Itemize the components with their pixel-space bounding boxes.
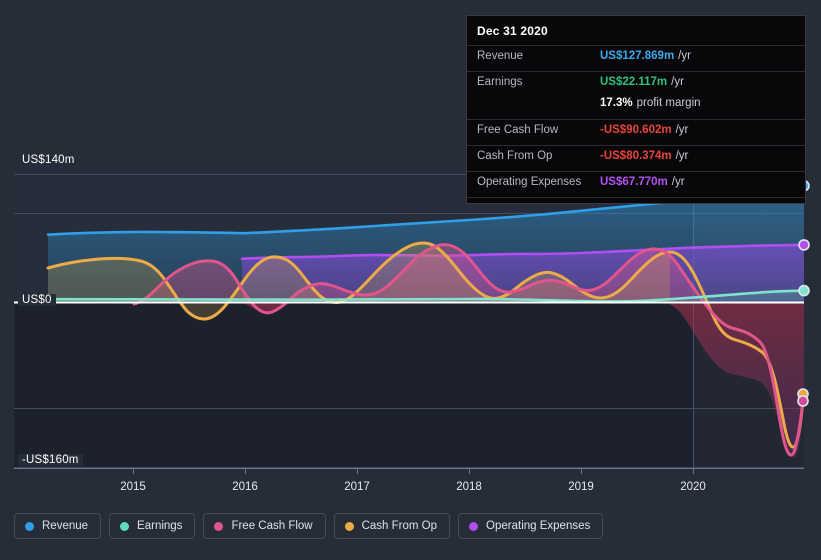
tooltip-footer-rule <box>467 197 805 203</box>
tooltip-value-operating-expenses: US$67.770m <box>600 176 668 188</box>
tooltip-suffix-free-cash-flow: /yr <box>675 124 689 136</box>
tooltip-suffix-operating-expenses: /yr <box>671 176 685 188</box>
y-axis-label-top: US$140m <box>18 154 79 166</box>
tooltip-label-operating-expenses: Operating Expenses <box>477 176 582 188</box>
tooltip-row-operating-expenses: Operating Expenses US$67.770m /yr <box>467 171 805 197</box>
x-axis-label-2016: 2016 <box>232 481 258 493</box>
y-axis-label-bottom: -US$160m <box>18 454 83 466</box>
tooltip-label-cash-from-op: Cash From Op <box>477 150 553 162</box>
tooltip-row-revenue: Revenue US$127.869m /yr <box>467 45 805 71</box>
tooltip-label-free-cash-flow: Free Cash Flow <box>477 124 559 136</box>
plot-bg-negative <box>14 302 804 468</box>
legend-item-revenue[interactable]: Revenue <box>14 513 102 539</box>
operating-expenses-color-dot-icon <box>469 521 479 531</box>
earnings-endpoint-dot <box>798 284 810 297</box>
tooltip-row-free-cash-flow: Free Cash Flow -US$90.602m /yr <box>467 119 805 145</box>
tooltip-value-revenue: US$127.869m <box>600 50 675 62</box>
tooltip-label-revenue: Revenue <box>477 50 524 62</box>
tooltip-row-cash-from-op: Cash From Op -US$80.374m /yr <box>467 145 805 171</box>
legend-label-operating-expenses: Operating Expenses <box>486 520 591 532</box>
tooltip-value-profit-margin: 17.3% <box>600 97 633 109</box>
legend-label-earnings: Earnings <box>137 520 183 532</box>
operating-expenses-endpoint-dot <box>798 239 810 251</box>
legend-item-earnings[interactable]: Earnings <box>109 513 196 539</box>
chart-page: US$140m US$0 -US$160m 2015 2016 2017 201… <box>0 0 821 560</box>
tooltip-suffix-profit-margin: profit margin <box>636 97 701 109</box>
tooltip-value-earnings: US$22.117m <box>600 76 668 88</box>
free-cash-flow-endpoint-dot <box>797 395 809 407</box>
tooltip-suffix-earnings: /yr <box>671 76 684 88</box>
legend-item-operating-expenses[interactable]: Operating Expenses <box>458 513 604 539</box>
tooltip-value-free-cash-flow: -US$90.602m <box>600 124 672 136</box>
x-axis-label-2020: 2020 <box>680 481 706 493</box>
tooltip-row-profit-margin: 17.3% profit margin <box>467 97 805 119</box>
legend-label-free-cash-flow: Free Cash Flow <box>231 520 313 532</box>
legend-item-cash-from-op[interactable]: Cash From Op <box>333 513 451 539</box>
tooltip-suffix-revenue: /yr <box>678 50 691 62</box>
tooltip-date: Dec 31 2020 <box>477 24 548 38</box>
tooltip-row-earnings: Earnings US$22.117m /yr <box>467 71 805 97</box>
earnings-color-dot-icon <box>120 521 130 531</box>
legend-item-free-cash-flow[interactable]: Free Cash Flow <box>203 513 326 539</box>
free-cash-flow-color-dot-icon <box>214 521 224 531</box>
revenue-color-dot-icon <box>25 521 34 531</box>
data-tooltip: Dec 31 2020 Revenue US$127.869m /yr Earn… <box>466 15 806 204</box>
legend-label-revenue: Revenue <box>42 520 89 532</box>
x-axis-label-2018: 2018 <box>456 481 482 493</box>
x-axis-label-2019: 2019 <box>568 481 594 493</box>
x-axis-label-2017: 2017 <box>344 481 370 493</box>
y-axis-label-zero: US$0 <box>18 294 56 306</box>
tooltip-suffix-cash-from-op: /yr <box>675 150 689 162</box>
tooltip-label-earnings: Earnings <box>477 76 523 88</box>
tooltip-value-cash-from-op: -US$80.374m <box>600 150 672 162</box>
legend-label-cash-from-op: Cash From Op <box>361 520 438 532</box>
x-axis-label-2015: 2015 <box>120 481 146 493</box>
cash-from-op-color-dot-icon <box>344 521 354 531</box>
chart-legend: Revenue Earnings Free Cash Flow Cash Fro… <box>14 513 604 539</box>
